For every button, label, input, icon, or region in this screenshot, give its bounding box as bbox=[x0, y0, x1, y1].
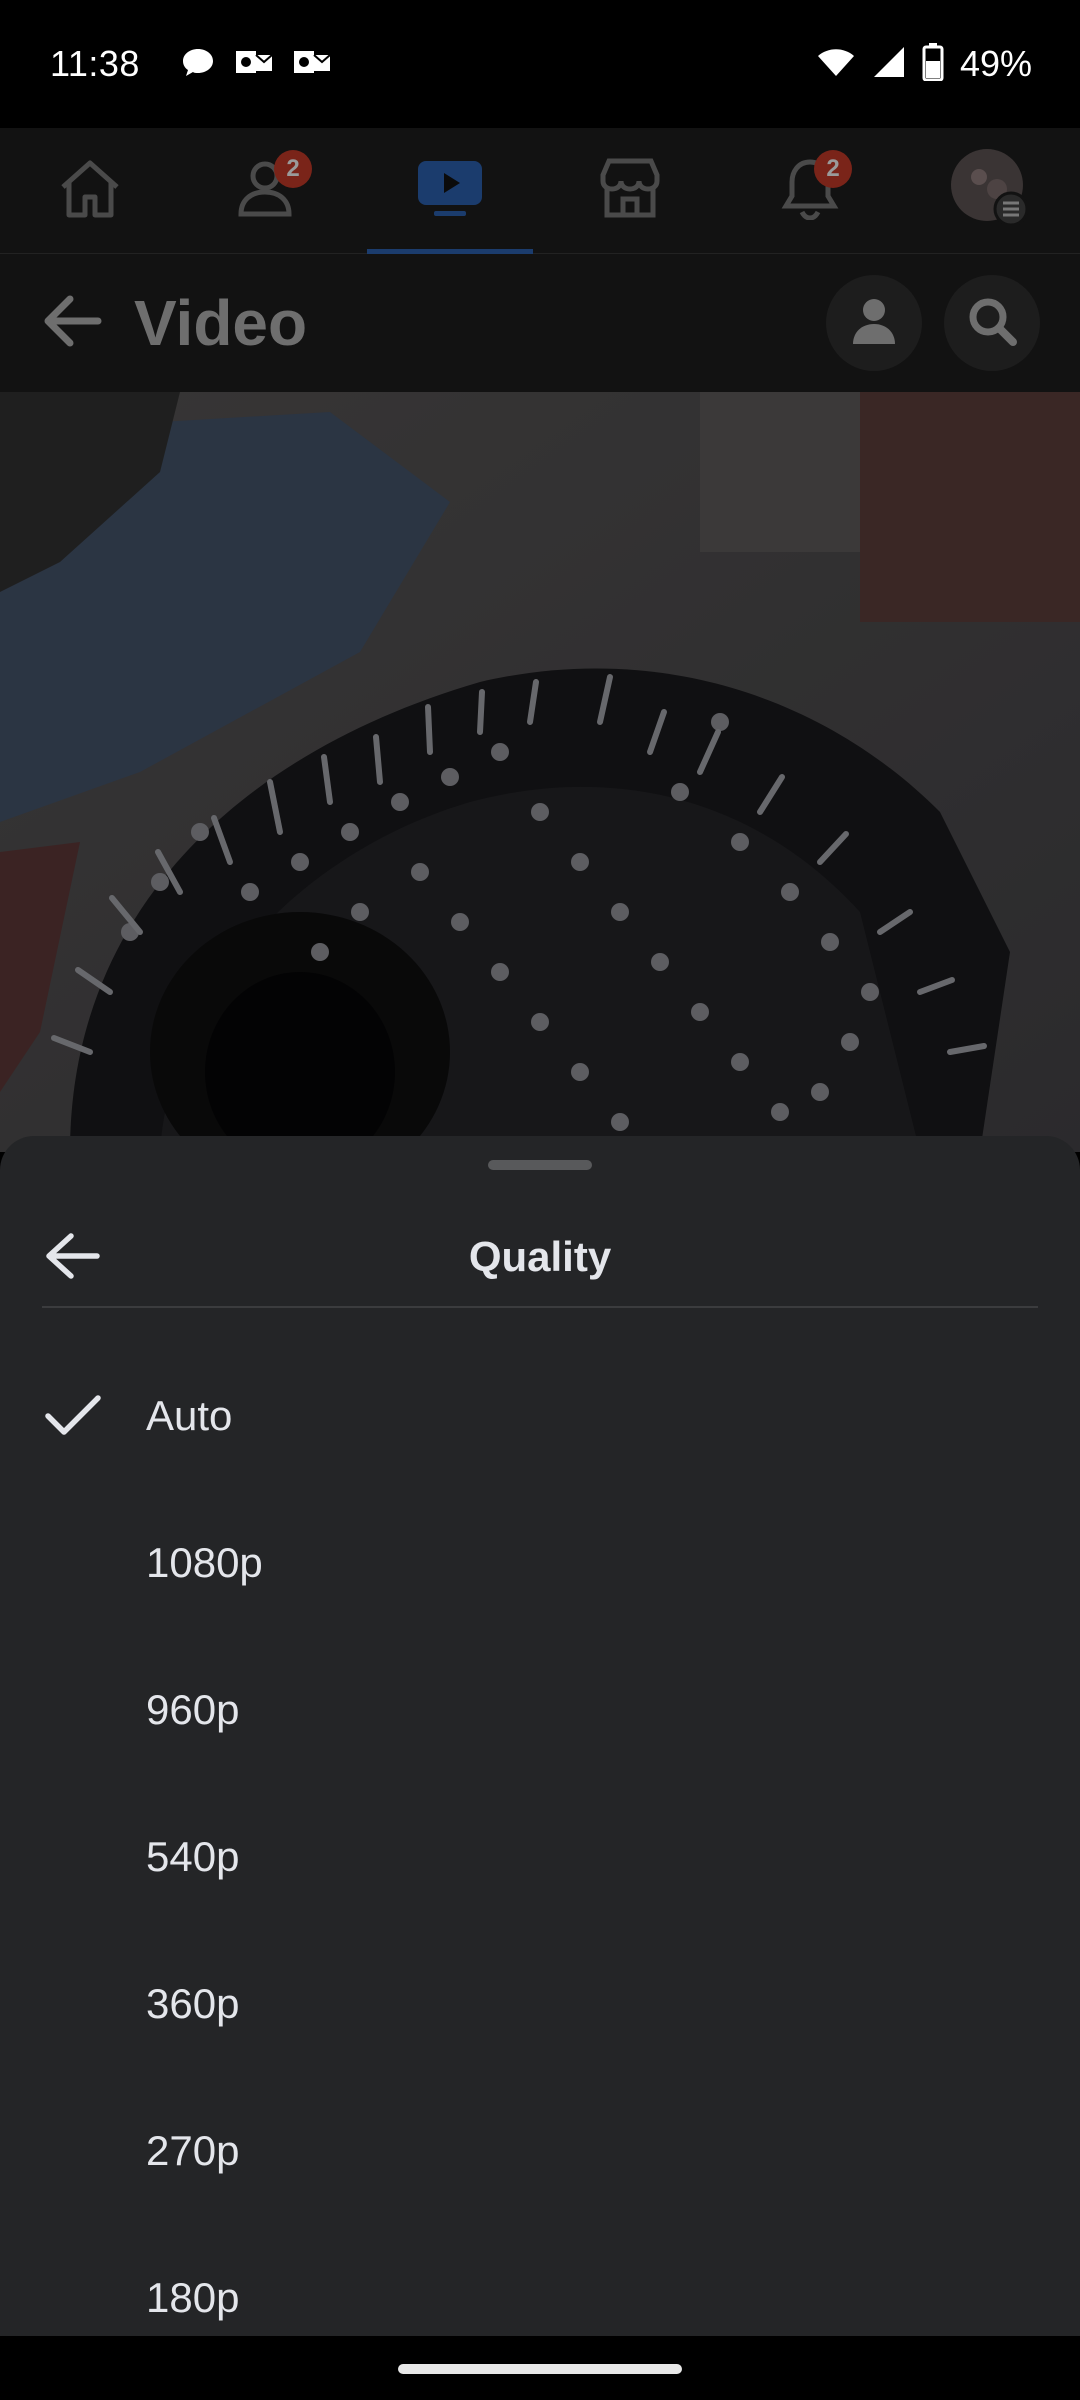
option-label: Auto bbox=[146, 1391, 233, 1439]
video-player[interactable] bbox=[0, 392, 1080, 1152]
tab-notifications[interactable]: 2 bbox=[750, 128, 870, 254]
page-header: Video bbox=[0, 254, 1080, 392]
sheet-back-button[interactable] bbox=[40, 1226, 104, 1290]
home-icon bbox=[57, 157, 123, 224]
quality-option-1080p[interactable]: 1080p bbox=[0, 1489, 1080, 1636]
person-icon bbox=[851, 296, 897, 351]
marketplace-icon bbox=[597, 157, 663, 224]
video-frame bbox=[0, 392, 1080, 1152]
tab-marketplace[interactable] bbox=[570, 128, 690, 254]
quality-option-auto[interactable]: Auto bbox=[0, 1342, 1080, 1489]
search-button[interactable] bbox=[944, 275, 1040, 371]
outlook-icon bbox=[292, 47, 332, 82]
friends-badge: 2 bbox=[274, 149, 312, 188]
cell-signal-icon bbox=[872, 45, 906, 84]
home-gesture-bar[interactable] bbox=[398, 2364, 682, 2374]
chat-bubble-icon bbox=[180, 46, 216, 83]
outlook-icon bbox=[234, 47, 274, 82]
back-arrow-icon[interactable] bbox=[40, 293, 104, 354]
sheet-title: Quality bbox=[468, 1233, 612, 1280]
profile-menu-icon bbox=[949, 147, 1031, 234]
back-arrow-icon bbox=[43, 1230, 101, 1287]
sheet-drag-handle[interactable] bbox=[488, 1160, 592, 1170]
option-label: 270p bbox=[146, 2126, 240, 2174]
battery-icon bbox=[922, 42, 944, 86]
quality-option-270p[interactable]: 270p bbox=[0, 2077, 1080, 2224]
option-label: 960p bbox=[146, 1685, 240, 1733]
sheet-header: Quality bbox=[0, 1202, 1080, 1312]
quality-option-540p[interactable]: 540p bbox=[0, 1783, 1080, 1930]
battery-percent: 49% bbox=[959, 43, 1032, 84]
option-label: 1080p bbox=[146, 1538, 263, 1586]
tab-menu[interactable] bbox=[930, 128, 1050, 254]
video-icon bbox=[416, 157, 484, 224]
gesture-area bbox=[0, 2336, 1080, 2400]
wifi-icon bbox=[816, 46, 856, 83]
tab-friends[interactable]: 2 bbox=[210, 128, 330, 254]
quality-sheet: Quality Auto 1080p 960p 540p 360p 270p 1… bbox=[0, 1136, 1080, 2336]
divider bbox=[42, 1306, 1038, 1308]
option-label: 180p bbox=[146, 2273, 240, 2321]
search-icon bbox=[966, 295, 1018, 352]
option-label: 360p bbox=[146, 1979, 240, 2027]
status-time: 11:38 bbox=[50, 43, 140, 84]
page-title: Video bbox=[134, 287, 308, 359]
tab-video[interactable] bbox=[367, 128, 533, 254]
status-bar: 11:38 49% bbox=[0, 0, 1080, 128]
app-tab-bar: 2 2 bbox=[0, 128, 1080, 254]
profile-button[interactable] bbox=[826, 275, 922, 371]
option-label: 540p bbox=[146, 1832, 240, 1880]
notifications-badge: 2 bbox=[814, 149, 852, 188]
quality-option-360p[interactable]: 360p bbox=[0, 1930, 1080, 2077]
checkmark-icon bbox=[44, 1392, 102, 1440]
quality-options: Auto 1080p 960p 540p 360p 270p 180p bbox=[0, 1370, 1080, 2371]
tab-home[interactable] bbox=[30, 128, 150, 254]
quality-option-960p[interactable]: 960p bbox=[0, 1636, 1080, 1783]
